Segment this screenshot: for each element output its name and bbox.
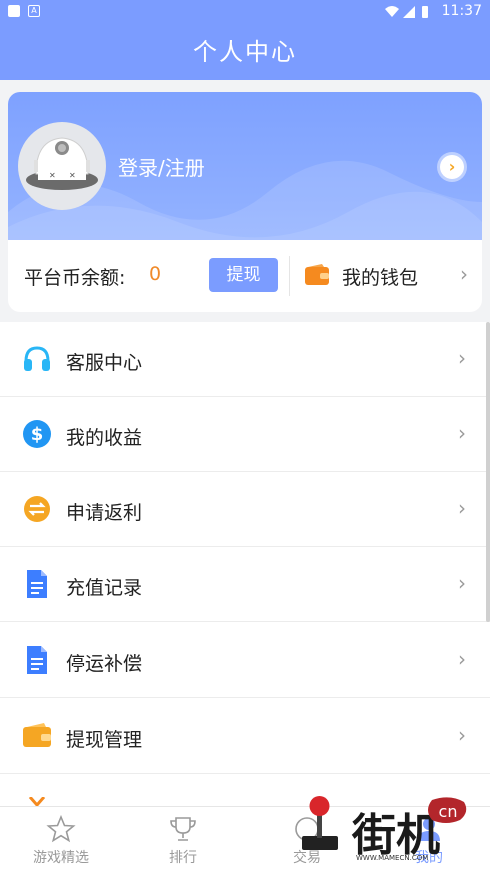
menu-item-shutdown-compensation[interactable]: 停运补偿 › bbox=[0, 623, 490, 698]
menu-item-withdraw-management[interactable]: 提现管理 › bbox=[0, 699, 490, 774]
status-bar: A 11:37 bbox=[0, 0, 490, 24]
menu-item-customer-service[interactable]: 客服中心 › bbox=[0, 322, 490, 397]
status-time: 11:37 bbox=[441, 3, 482, 19]
robot-avatar-icon: ✕ ✕ bbox=[26, 137, 98, 190]
chevron-right-icon[interactable]: › bbox=[460, 262, 468, 286]
menu-item-label: 充值记录 bbox=[66, 577, 143, 599]
menu-item-label: 提现管理 bbox=[66, 729, 143, 751]
menu-item-label: 申请返利 bbox=[66, 502, 143, 524]
signal-icons bbox=[384, 4, 432, 24]
wallet-icon bbox=[304, 264, 330, 290]
tab-label: 游戏精选 bbox=[33, 850, 89, 866]
menu-list: 客服中心 › $ 我的收益 › 申请返利 › 充值记录 › 停运补偿 › 提现管… bbox=[0, 322, 490, 806]
tab-label: 排行 bbox=[169, 850, 197, 866]
chevron-right-icon: › bbox=[458, 346, 466, 370]
menu-item-apply-rebate[interactable]: 申请返利 › bbox=[0, 472, 490, 547]
document-icon bbox=[22, 569, 52, 599]
menu-item-my-earnings[interactable]: $ 我的收益 › bbox=[0, 397, 490, 472]
menu-item-label: 客服中心 bbox=[66, 352, 143, 374]
trophy-icon bbox=[170, 817, 196, 841]
app-notification-icon: A bbox=[28, 5, 40, 17]
wallet-icon bbox=[22, 721, 52, 751]
menu-item-label: 我的收益 bbox=[66, 427, 143, 449]
watermark-logo: 街机 cn WWW.MAMECN.COM bbox=[300, 792, 472, 864]
svg-text:✕: ✕ bbox=[49, 171, 56, 180]
chevron-right-icon: › bbox=[458, 421, 466, 445]
balance-row: 平台币余额: 0 提现 我的钱包 › bbox=[8, 240, 482, 312]
menu-item-label: 停运补偿 bbox=[66, 653, 143, 675]
tab-ranking[interactable]: 排行 bbox=[128, 815, 238, 867]
cellular-icon bbox=[403, 6, 415, 18]
notification-icon bbox=[8, 5, 20, 17]
chevron-right-icon: › bbox=[458, 571, 466, 595]
watermark-badge: cn bbox=[439, 802, 458, 821]
profile-header[interactable]: ✕ ✕ 登录/注册 › bbox=[8, 92, 482, 240]
profile-arrow-icon[interactable]: › bbox=[440, 155, 464, 179]
profile-card: ✕ ✕ 登录/注册 › 平台币余额: 0 提现 我的钱包 › bbox=[8, 92, 482, 312]
battery-icon bbox=[422, 6, 428, 18]
login-register-link[interactable]: 登录/注册 bbox=[118, 152, 205, 181]
balance-value: 0 bbox=[149, 263, 162, 285]
star-icon bbox=[46, 815, 76, 843]
avatar[interactable]: ✕ ✕ bbox=[18, 122, 106, 210]
document-icon bbox=[22, 645, 52, 675]
menu-item-recharge-records[interactable]: 充值记录 › bbox=[0, 547, 490, 622]
svg-text:$: $ bbox=[31, 424, 44, 445]
chevron-right-icon: › bbox=[458, 647, 466, 671]
chevron-right-icon: › bbox=[458, 723, 466, 747]
gift-icon bbox=[22, 796, 52, 806]
watermark-url: WWW.MAMECN.COM bbox=[356, 854, 428, 862]
balance-label: 平台币余额: bbox=[24, 267, 126, 289]
scrollbar[interactable] bbox=[486, 322, 490, 622]
svg-text:✕: ✕ bbox=[69, 171, 76, 180]
my-wallet-link[interactable]: 我的钱包 bbox=[342, 263, 418, 290]
wifi-icon bbox=[385, 6, 399, 17]
exchange-icon bbox=[22, 494, 52, 524]
dollar-icon: $ bbox=[22, 419, 52, 449]
page-title: 个人中心 bbox=[0, 24, 490, 80]
divider bbox=[289, 256, 290, 296]
withdraw-button[interactable]: 提现 bbox=[209, 258, 278, 292]
chevron-right-icon: › bbox=[458, 496, 466, 520]
tab-games[interactable]: 游戏精选 bbox=[6, 815, 116, 867]
headset-icon bbox=[22, 344, 52, 374]
